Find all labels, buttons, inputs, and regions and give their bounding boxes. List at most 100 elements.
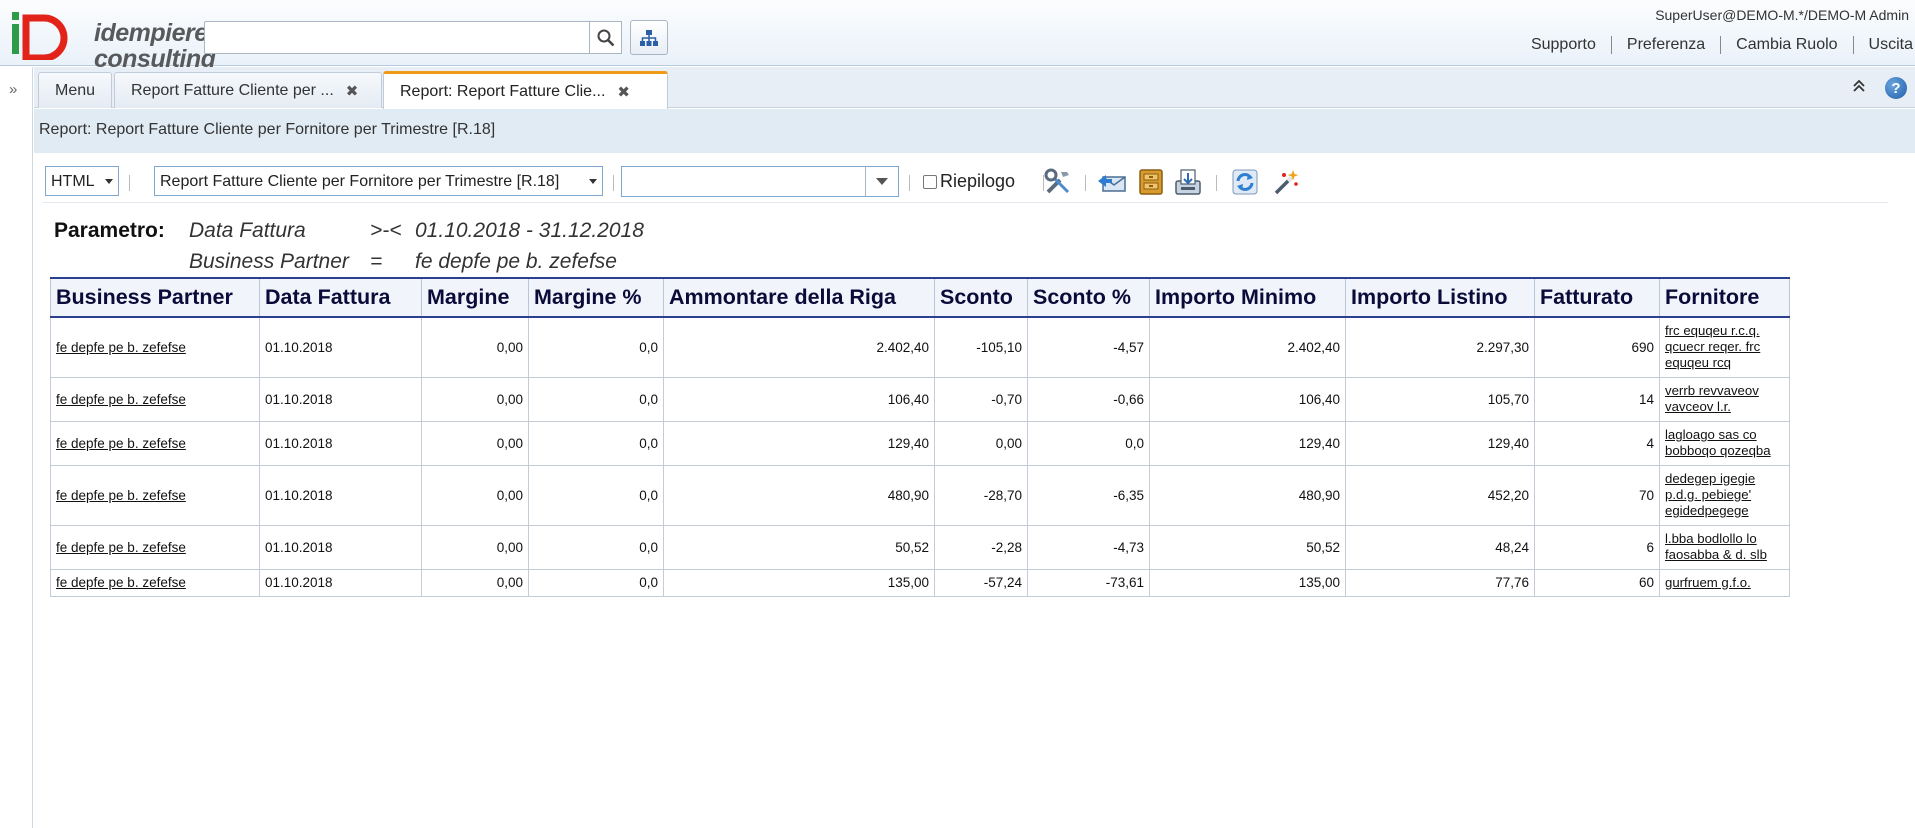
supplier-link[interactable]: frc equqeu r.c.q. qcuecr reqer. frc equqeu… (1659, 316, 1790, 378)
supplier-link[interactable]: dedegep igegie p.d.g. pebiege' egidedpegeg… (1659, 464, 1790, 526)
report-table: Business Partner Data Fattura Margine Ma… (50, 277, 1790, 597)
table-cell: 14 (1534, 376, 1660, 422)
supplier-link[interactable]: lagloago sas co bobboqo qozeqba (1659, 420, 1790, 466)
table-cell: 105,70 (1345, 376, 1535, 422)
table-cell: -6,35 (1027, 464, 1150, 526)
business-partner-link[interactable]: fe depfe pe b. zefefse (50, 464, 260, 526)
toolbar-separator (613, 175, 614, 191)
parameter-row: Business Partner = fe depfe pe b. zefefs… (54, 246, 754, 277)
menu-tree-button[interactable] (630, 20, 668, 55)
supplier-link[interactable]: gurfruem g.f.o. (1659, 568, 1790, 597)
toolbar-separator (1085, 175, 1086, 191)
export-button[interactable] (1173, 167, 1203, 197)
column-header: Margine (421, 277, 529, 318)
archive-button[interactable] (1136, 167, 1166, 197)
report-view-combobox[interactable] (621, 166, 899, 197)
table-cell: 0,0 (528, 376, 664, 422)
customize-button[interactable] (1043, 167, 1073, 197)
table-cell: 0,00 (421, 420, 529, 466)
table-cell: 01.10.2018 (259, 524, 422, 570)
table-row: fe depfe pe b. zefefse 01.10.2018 0,00 0,0 1… (50, 568, 1790, 597)
column-header: Ammontare della Riga (663, 277, 935, 318)
format-select[interactable]: HTML (45, 166, 119, 196)
business-partner-link[interactable]: fe depfe pe b. zefefse (50, 420, 260, 466)
summary-label: Riepilogo (940, 171, 1016, 191)
table-cell: 77,76 (1345, 568, 1535, 597)
user-context-label[interactable]: SuperUser@DEMO-M.*/DEMO-M Admin (1655, 7, 1909, 23)
supplier-link[interactable]: l.bba bodlollo lo faosabba & d. slb (1659, 524, 1790, 570)
refresh-icon (1232, 169, 1258, 195)
search-button[interactable] (589, 21, 622, 54)
table-cell: -4,73 (1027, 524, 1150, 570)
send-icon (1098, 175, 1126, 192)
table-cell: 50,52 (663, 524, 935, 570)
supplier-line: egidedpegege (1665, 503, 1749, 518)
expand-panel-icon[interactable]: » (9, 81, 17, 98)
table-cell: -4,57 (1027, 316, 1150, 378)
archive-icon (1139, 169, 1163, 195)
parameter-label: Parametro: (54, 219, 165, 242)
link-preferences[interactable]: Preferenza (1612, 36, 1722, 54)
supplier-line: qcuecr reqer. frc (1665, 339, 1761, 355)
export-icon (1175, 169, 1201, 195)
table-cell: 129,40 (1149, 420, 1346, 466)
send-mail-button[interactable] (1097, 167, 1127, 197)
table-cell: 0,0 (528, 524, 664, 570)
parameter-name: Data Fattura (189, 219, 306, 242)
table-row: fe depfe pe b. zefefse 01.10.2018 0,00 0,0 2… (50, 316, 1790, 378)
supplier-line: vavceov l.r. (1665, 399, 1731, 414)
toolbar-separator (909, 175, 910, 191)
wizard-button[interactable] (1271, 167, 1301, 197)
column-header: Margine % (528, 277, 664, 318)
tab-label: Report: Report Fatture Clie... (400, 82, 606, 100)
collapse-up-icon[interactable] (1853, 79, 1865, 95)
help-icon[interactable]: ? (1885, 77, 1907, 99)
toolbar-separator (129, 175, 130, 191)
table-row: fe depfe pe b. zefefse 01.10.2018 0,00 0,0 4… (50, 464, 1790, 526)
tab-report-viewer[interactable]: Report: Report Fatture Clie... ✖ (383, 71, 668, 109)
chevron-down-icon (876, 177, 888, 185)
tab-report-window[interactable]: Report Fatture Cliente per ... ✖ (114, 72, 382, 108)
table-cell: 70 (1534, 464, 1660, 526)
table-cell: 0,0 (1027, 420, 1150, 466)
table-cell: -73,61 (1027, 568, 1150, 597)
supplier-line: bobboqo qozeqba (1665, 443, 1771, 458)
west-panel: » (0, 67, 33, 828)
print-format-select[interactable]: Report Fatture Cliente per Fornitore per… (154, 166, 603, 196)
report-toolbar: HTML Report Fatture Cliente per Fornitor… (43, 163, 1888, 203)
close-icon[interactable]: ✖ (346, 82, 359, 100)
business-partner-link[interactable]: fe depfe pe b. zefefse (50, 524, 260, 570)
supplier-line: faosabba & d. slb (1665, 547, 1767, 562)
link-logout[interactable]: Uscita (1854, 36, 1915, 54)
supplier-link[interactable]: verrb revvaveov vavceov l.r. (1659, 376, 1790, 422)
checkbox-box[interactable] (923, 174, 937, 189)
column-header: Fatturato (1534, 277, 1660, 318)
combobox-dropdown-button[interactable] (865, 167, 898, 196)
table-cell: 60 (1534, 568, 1660, 597)
close-icon[interactable]: ✖ (617, 83, 630, 101)
refresh-button[interactable] (1230, 167, 1260, 197)
header-links: Supporto Preferenza Cambia Ruolo Uscita (1516, 36, 1915, 54)
window-title: Report: Report Fatture Cliente per Forni… (34, 109, 1915, 153)
supplier-line: dedegep igegie (1665, 471, 1756, 486)
global-search-input[interactable] (204, 21, 590, 54)
table-cell: 2.297,30 (1345, 316, 1535, 378)
tab-menu[interactable]: Menu (38, 72, 113, 108)
table-cell: 4 (1534, 420, 1660, 466)
supplier-line: p.d.g. pebiege' (1665, 487, 1752, 502)
table-cell: 690 (1534, 316, 1660, 378)
company-logo[interactable]: idempiere consulting (10, 10, 216, 72)
link-support[interactable]: Supporto (1516, 36, 1612, 54)
table-cell: -2,28 (934, 524, 1028, 570)
business-partner-link[interactable]: fe depfe pe b. zefefse (50, 316, 260, 378)
table-cell: 6 (1534, 524, 1660, 570)
business-partner-link[interactable]: fe depfe pe b. zefefse (50, 376, 260, 422)
chevron-down-icon (105, 179, 113, 184)
summary-checkbox[interactable]: Riepilogo (923, 171, 1015, 192)
link-change-role[interactable]: Cambia Ruolo (1721, 36, 1854, 54)
business-partner-link[interactable]: fe depfe pe b. zefefse (50, 568, 260, 597)
table-cell: 106,40 (663, 376, 935, 422)
table-cell: 0,00 (421, 524, 529, 570)
supplier-line: l.bba bodlollo lo (1665, 531, 1757, 546)
table-cell: 129,40 (663, 420, 935, 466)
